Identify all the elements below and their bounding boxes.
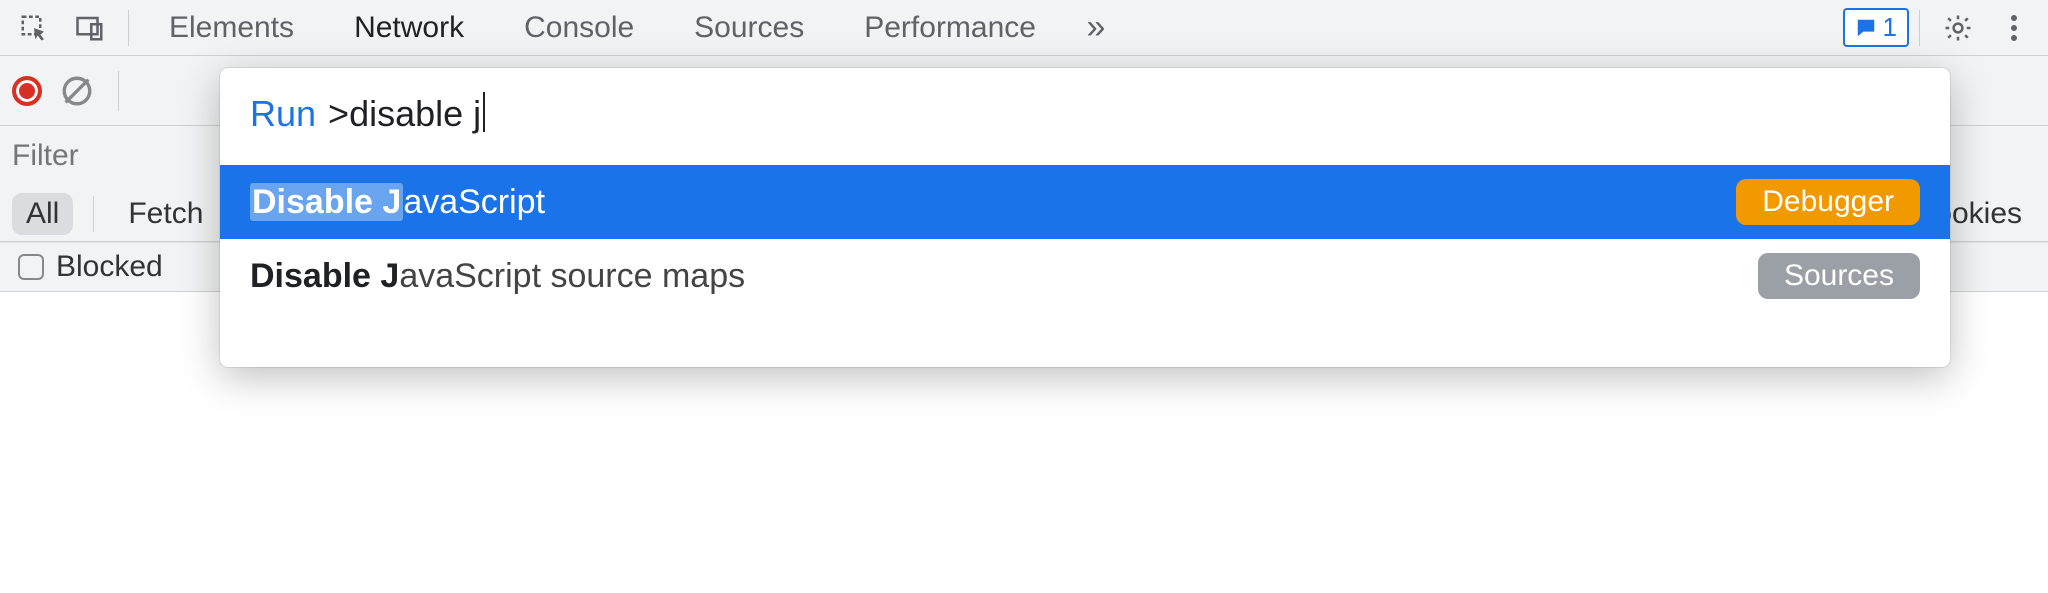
tab-elements[interactable]: Elements [139, 0, 324, 55]
record-button-icon[interactable] [12, 76, 42, 106]
command-palette-item[interactable]: Disable JavaScript source maps Sources [220, 239, 1950, 313]
command-palette-input[interactable]: Run >disable j [220, 68, 1950, 165]
blocked-label: Blocked [56, 250, 163, 284]
tab-console[interactable]: Console [494, 0, 664, 55]
filter-input[interactable] [12, 139, 132, 173]
command-palette: Run >disable j Disable JavaScript Debugg… [220, 68, 1950, 367]
chip-all[interactable]: All [12, 193, 73, 235]
blocked-checkbox[interactable] [18, 254, 44, 280]
issues-count: 1 [1883, 12, 1897, 43]
panel-tabs: Elements Network Console Sources Perform… [139, 0, 1066, 55]
command-text: Disable JavaScript source maps [250, 257, 745, 296]
devtools-tabstrip: Elements Network Console Sources Perform… [0, 0, 2048, 56]
settings-gear-icon[interactable] [1930, 0, 1986, 56]
message-icon [1855, 17, 1877, 39]
run-label: Run [250, 93, 316, 135]
divider [128, 10, 129, 46]
command-text: Disable JavaScript [250, 183, 545, 222]
text-caret [483, 92, 485, 132]
command-category-badge: Debugger [1736, 179, 1920, 225]
divider [118, 71, 119, 111]
command-palette-item[interactable]: Disable JavaScript Debugger [220, 165, 1950, 239]
more-tabs-icon[interactable]: » [1066, 8, 1126, 47]
issues-badge[interactable]: 1 [1843, 8, 1909, 47]
tab-network[interactable]: Network [324, 0, 494, 55]
command-palette-query: >disable j [328, 92, 485, 135]
command-category-badge: Sources [1758, 253, 1920, 299]
tab-performance[interactable]: Performance [834, 0, 1066, 55]
clear-icon[interactable] [60, 74, 100, 108]
divider [1919, 10, 1920, 46]
kebab-menu-icon[interactable] [1986, 0, 2042, 56]
inspect-element-icon[interactable] [6, 0, 62, 56]
tab-sources[interactable]: Sources [664, 0, 834, 55]
divider [93, 196, 94, 232]
device-toolbar-icon[interactable] [62, 0, 118, 56]
chip-fetch[interactable]: Fetch [114, 193, 217, 235]
